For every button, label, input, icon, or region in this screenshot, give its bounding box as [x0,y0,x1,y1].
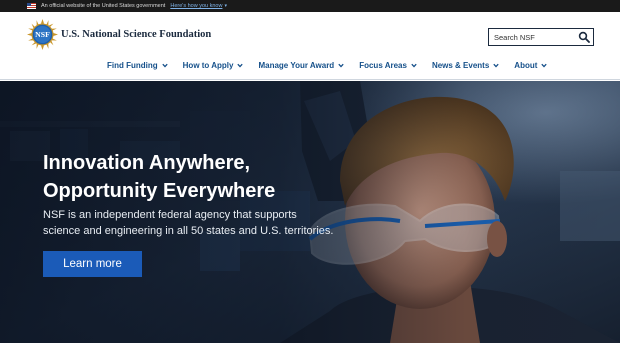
nav-item-news-events[interactable]: News & Events [432,61,499,70]
nav-item-label: About [514,61,538,70]
chevron-down-icon [237,63,244,68]
heres-how-you-know-link[interactable]: Here's how you know [170,3,222,9]
org-name[interactable]: U.S. National Science Foundation [61,29,211,40]
main-nav: Find Funding How to Apply Manage Your Aw… [107,61,548,70]
nav-item-about[interactable]: About [514,61,548,70]
nav-item-manage-your-award[interactable]: Manage Your Award [258,61,344,70]
nav-item-label: Focus Areas [359,61,407,70]
nav-item-label: News & Events [431,61,490,70]
hero-banner: Innovation Anywhere, Opportunity Everywh… [0,81,620,343]
us-flag-icon [27,3,36,9]
search-icon[interactable] [578,31,590,43]
learn-more-button[interactable]: Learn more [43,251,142,277]
search-box [488,28,594,46]
chevron-down-icon [338,63,344,68]
hero-description-line: NSF is an independent federal agency tha… [43,209,297,221]
site-header: NSF U.S. National Science Foundation Fin… [0,12,620,80]
nav-item-find-funding[interactable]: Find Funding [107,61,168,70]
nav-item-label: Find Funding [107,61,158,70]
chevron-down-icon[interactable]: ▾ [224,3,227,9]
hero-title-line: Opportunity Everywhere [43,180,276,202]
hero-description-line: science and engineering in all 50 states… [43,225,334,237]
gov-banner-text: An official website of the United States… [41,3,166,9]
nav-item-label: Manage Your Award [258,61,335,70]
chevron-down-icon [493,63,499,68]
hero-title-line: Innovation Anywhere, [43,152,251,174]
nsf-seal-logo[interactable]: NSF [27,19,58,50]
hero-description: NSF is an independent federal agency tha… [43,207,343,239]
chevron-down-icon [411,63,417,68]
chevron-down-icon [541,63,548,68]
chevron-down-icon [161,63,168,68]
nav-item-focus-areas[interactable]: Focus Areas [359,61,417,70]
gov-banner: An official website of the United States… [0,0,620,12]
nav-item-how-to-apply[interactable]: How to Apply [183,61,244,70]
nav-item-label: How to Apply [182,61,234,70]
hero-title: Innovation Anywhere, Opportunity Everywh… [43,149,373,205]
svg-text:NSF: NSF [35,30,50,39]
search-input[interactable] [494,32,576,42]
